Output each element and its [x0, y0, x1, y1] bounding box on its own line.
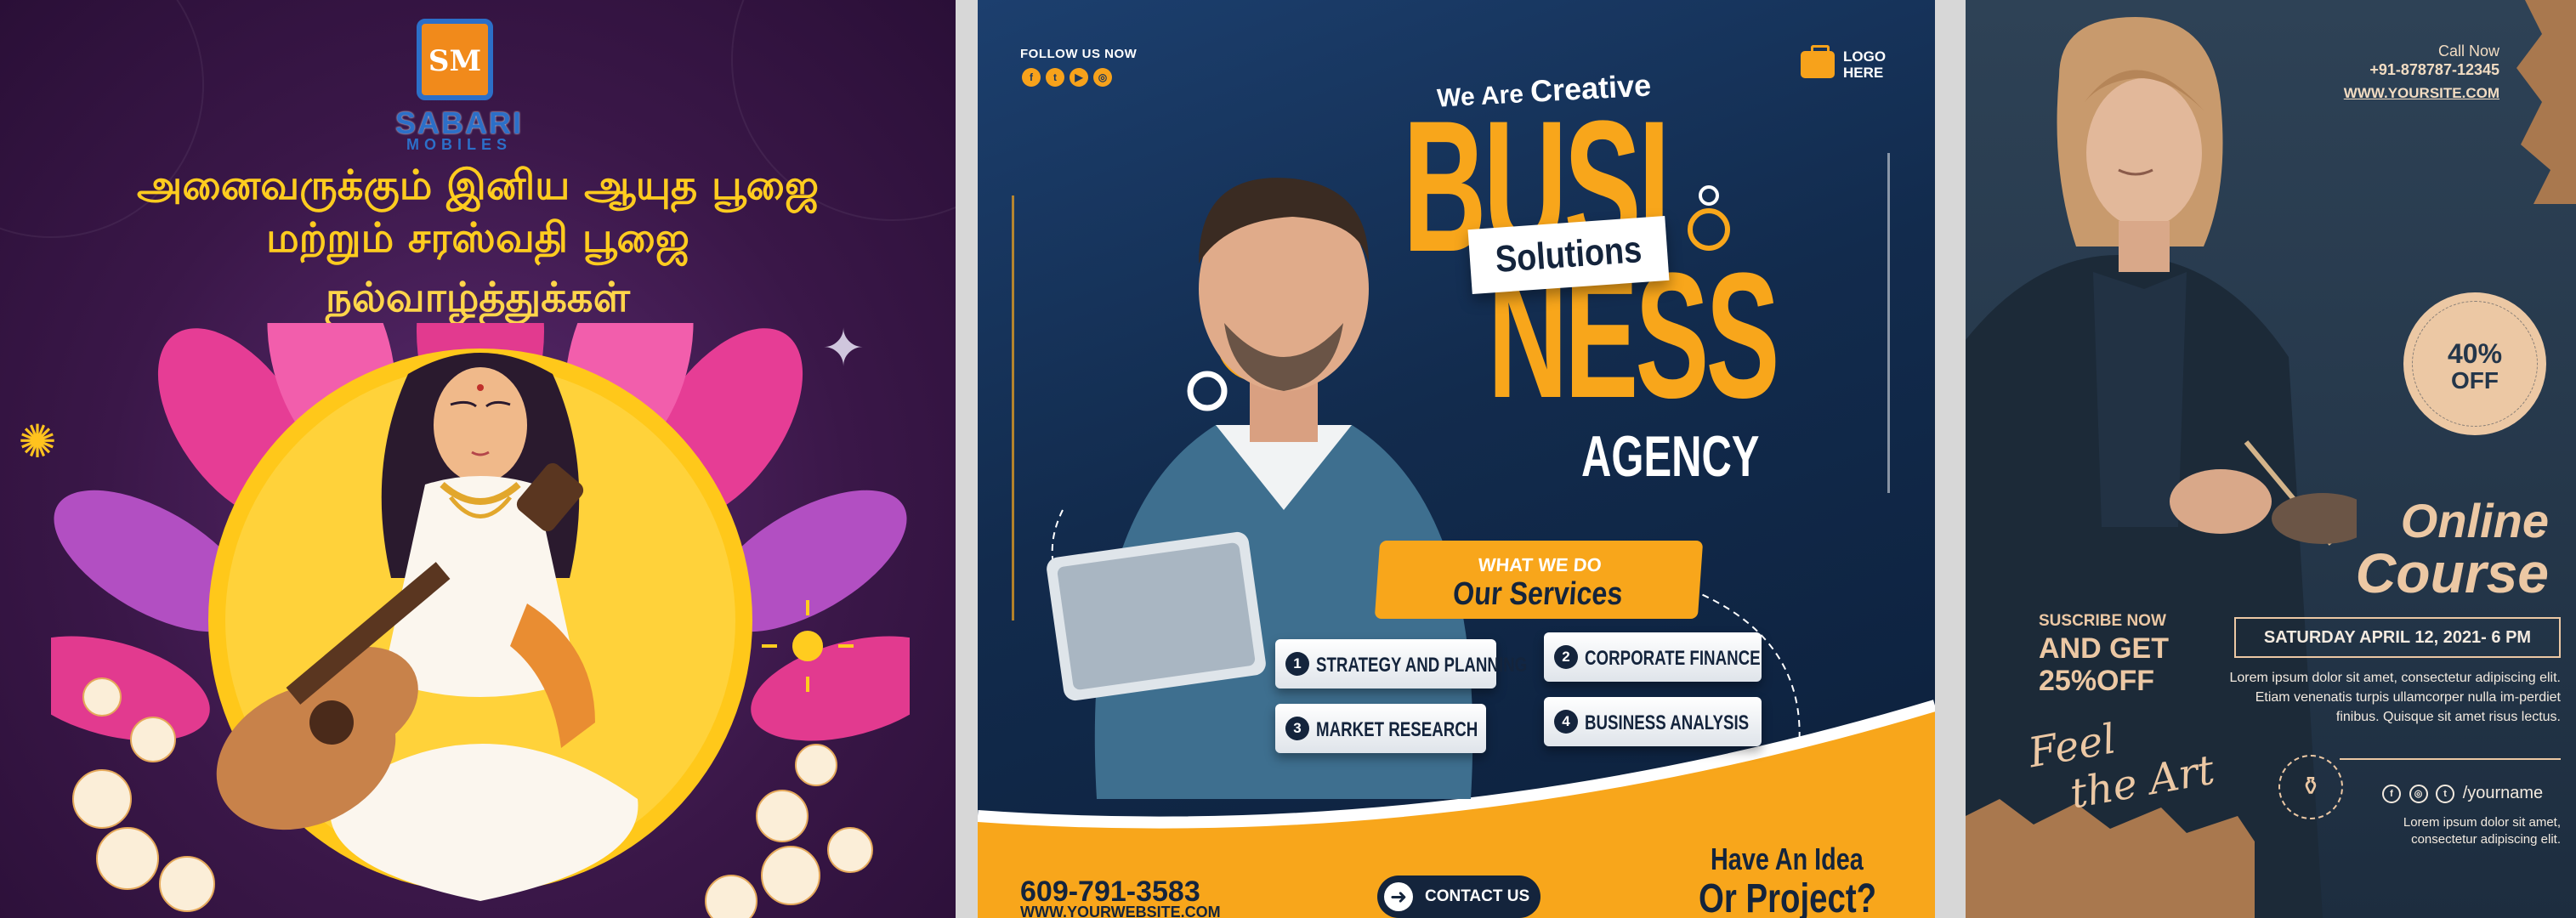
saraswati-illustration — [51, 323, 910, 918]
brand-subtitle: MOBILES — [406, 136, 512, 153]
footer-text: Lorem ipsum dolor sit amet, consectetur … — [2403, 815, 2561, 847]
service-label: STRATEGY AND PLANNING — [1316, 654, 1528, 677]
website-link[interactable]: WWW.YOURSITE.COM — [2344, 85, 2499, 102]
offer-text: AND GET 25%OFF — [2039, 632, 2169, 697]
offer-line-1: AND GET — [2039, 632, 2169, 665]
instagram-icon[interactable]: ◎ — [2409, 784, 2428, 803]
tamil-festival-poster: SM SABARI MOBILES அனைவருக்கும் இனிய ஆயுத… — [0, 0, 956, 918]
services-kicker: WHAT WE DO — [1477, 554, 1603, 575]
call-now-label: Call Now — [2437, 42, 2499, 60]
social-handle[interactable]: /yourname — [2463, 784, 2544, 802]
contact-button-label: CONTACT US — [1425, 887, 1530, 905]
social-links: f ◎ t /yourname — [2382, 784, 2543, 803]
badge-off: OFF — [2451, 367, 2499, 394]
agency-label: AGENCY — [1581, 424, 1760, 489]
contact-us-button[interactable]: ➜ CONTACT US — [1377, 876, 1540, 918]
arrow-right-icon: ➜ — [1384, 882, 1413, 911]
service-label: BUSINESS ANALYSIS — [1585, 711, 1750, 734]
service-number: 1 — [1285, 652, 1309, 676]
service-number: 2 — [1554, 645, 1578, 669]
service-number: 3 — [1285, 717, 1309, 740]
follow-us-label: FOLLOW US NOW — [1020, 47, 1138, 61]
idea-line-2: Or Project? — [1699, 876, 1877, 918]
subscribe-label[interactable]: SUSCRIBE NOW — [2039, 612, 2166, 631]
torn-paper-decoration — [2516, 0, 2576, 204]
service-item: 4 BUSINESS ANALYSIS — [1544, 697, 1762, 746]
event-date: SATURDAY APRIL 12, 2021- 6 PM — [2234, 617, 2561, 658]
idea-line-1: Have An Idea — [1711, 842, 1864, 876]
greeting-line-3: நல்வாழ்த்துக்கள் — [326, 274, 630, 321]
logo-placeholder: LOGO HERE — [1843, 48, 1886, 81]
discount-badge: 40% OFF — [2403, 292, 2546, 435]
phone-number[interactable]: +91-878787-12345 — [2369, 61, 2499, 79]
greeting-line-1: அனைவருக்கும் இனிய ஆயுத பூஜை — [136, 162, 819, 209]
service-item: 1 STRATEGY AND PLANNING — [1275, 639, 1527, 688]
service-number: 4 — [1554, 710, 1578, 734]
sabari-mobiles-logo: SM SABARI MOBILES — [357, 8, 561, 153]
service-item: 3 MARKET RESEARCH — [1275, 704, 1486, 753]
service-label: CORPORATE FINANCE — [1585, 647, 1761, 670]
website-link[interactable]: WWW.YOURWEBSITE.COM — [1020, 904, 1221, 918]
title-line-2: Course — [2355, 541, 2549, 604]
logo-monogram: SM — [428, 44, 482, 78]
briefcase-icon — [1801, 45, 1835, 78]
course-description: Lorem ipsum dolor sit amet, consectetur … — [2229, 671, 2561, 724]
offer-line-2: 25%OFF — [2039, 665, 2155, 697]
solutions-label: Solutions — [1467, 215, 1670, 295]
greeting-line-2: மற்றும் சரஸ்வதி பூஜை — [266, 214, 689, 262]
facebook-icon[interactable]: f — [1022, 68, 1041, 87]
logo-phone-icon: SM — [417, 19, 493, 100]
service-label: MARKET RESEARCH — [1316, 718, 1478, 741]
logo-label-line2: HERE — [1843, 65, 1884, 81]
divider — [2340, 758, 2561, 760]
twitter-icon[interactable]: t — [2436, 784, 2455, 803]
businessman-photo — [1047, 178, 1473, 799]
logo-label-line1: LOGO — [1843, 48, 1887, 65]
services-title: Our Services — [1451, 576, 1624, 612]
online-course-poster: Call Now +91-878787-12345 WWW.YOURSITE.C… — [1966, 0, 2576, 918]
business-agency-poster: FOLLOW US NOW f t ▶ ◎ LOGO HERE We Are C… — [978, 0, 1935, 918]
service-item: 2 CORPORATE FINANCE — [1544, 632, 1762, 682]
facebook-icon[interactable]: f — [2382, 784, 2401, 803]
vase-logo-icon: ⚱ — [2278, 755, 2343, 819]
badge-percent: 40% — [2447, 338, 2503, 369]
services-header: WHAT WE DO Our Services — [1374, 541, 1704, 619]
